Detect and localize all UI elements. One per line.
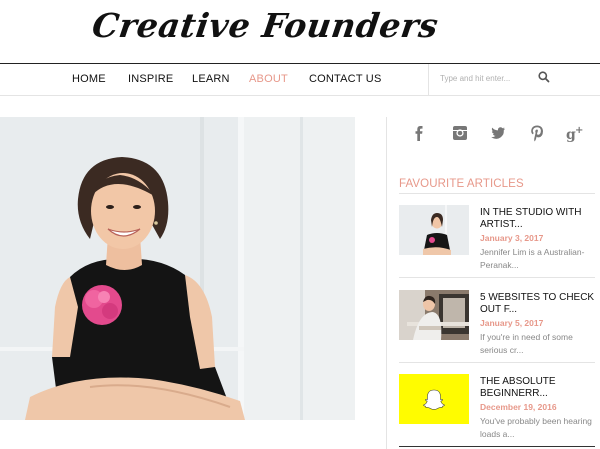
article-divider <box>399 277 595 278</box>
article-title[interactable]: 5 WEBSITES TO CHECK OUT F... <box>480 292 595 316</box>
article-date: January 3, 2017 <box>480 233 544 243</box>
nav-inspire[interactable]: INSPIRE <box>128 73 173 85</box>
article-thumbnail[interactable] <box>399 290 469 340</box>
article-item[interactable]: 5 WEBSITES TO CHECK OUT F... January 5, … <box>399 290 595 370</box>
favourite-articles-heading: FAVOURITE ARTICLES <box>399 178 524 190</box>
nav-about[interactable]: ABOUT <box>249 73 288 85</box>
nav-divider <box>428 64 429 96</box>
facebook-icon[interactable] <box>408 122 430 144</box>
google-plus-icon[interactable]: g + <box>565 122 587 144</box>
instagram-icon[interactable] <box>449 122 471 144</box>
site-logo[interactable]: Creative Founders <box>88 4 441 54</box>
svg-text:+: + <box>575 125 583 136</box>
twitter-icon[interactable] <box>487 122 509 144</box>
nav-learn[interactable]: LEARN <box>192 73 230 85</box>
article-date: January 5, 2017 <box>480 318 544 328</box>
article-date: December 19, 2016 <box>480 402 557 412</box>
snapchat-icon <box>399 374 469 424</box>
nav-home[interactable]: HOME <box>72 73 106 85</box>
article-excerpt: Jennifer Lim is a Australian-Peranak... <box>480 247 585 270</box>
article-divider <box>399 446 595 447</box>
article-title[interactable]: THE ABSOLUTE BEGINNERR... <box>480 376 595 400</box>
article-thumbnail[interactable] <box>399 205 469 255</box>
article-excerpt: If you're in need of some serious cr... <box>480 332 573 355</box>
article-divider <box>399 362 595 363</box>
search-icon[interactable] <box>537 70 551 84</box>
article-title[interactable]: IN THE STUDIO WITH ARTIST... <box>480 207 595 231</box>
section-divider <box>399 193 595 194</box>
article-excerpt: You've probably been hearing loads a... <box>480 416 592 439</box>
article-item[interactable]: IN THE STUDIO WITH ARTIST... January 3, … <box>399 205 595 285</box>
pinterest-icon[interactable] <box>526 122 548 144</box>
article-thumbnail[interactable] <box>399 374 469 424</box>
search-input[interactable] <box>440 69 530 87</box>
nav-contact-us[interactable]: CONTACT US <box>309 73 382 85</box>
sidebar-divider <box>386 117 387 449</box>
article-item[interactable]: THE ABSOLUTE BEGINNERR... December 19, 2… <box>399 374 595 449</box>
hero-image <box>0 117 355 420</box>
